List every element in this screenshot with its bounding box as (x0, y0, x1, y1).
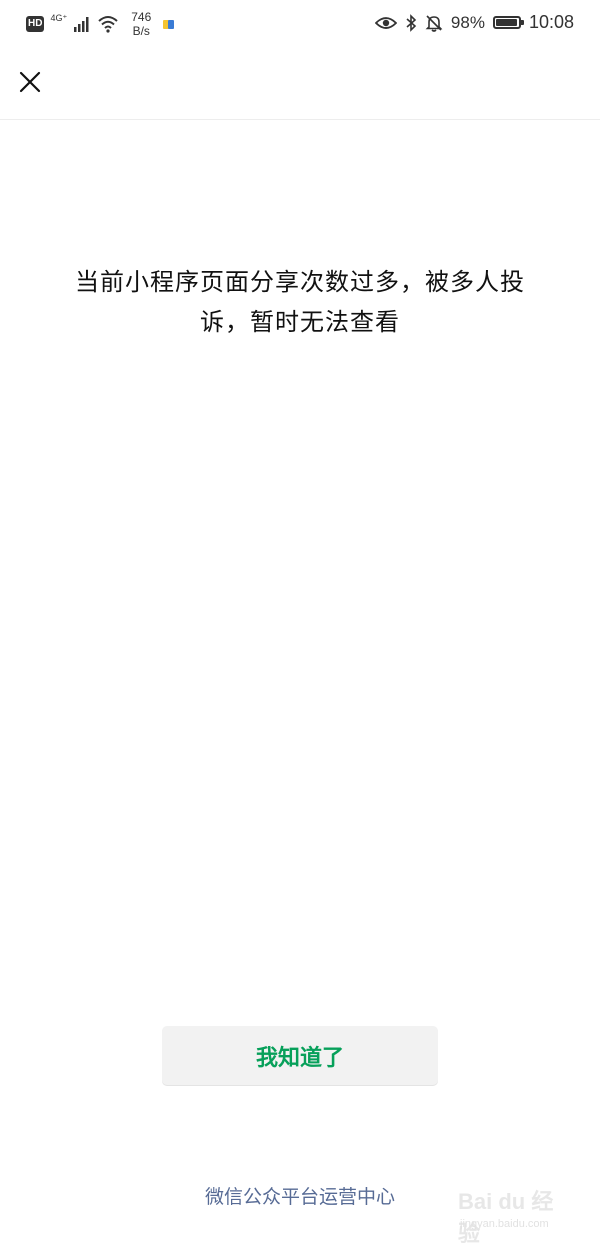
battery-percent: 98% (450, 12, 485, 32)
acknowledge-button[interactable]: 我知道了 (162, 1026, 438, 1085)
watermark-logo-text: Bai du 经验 (458, 1189, 554, 1246)
speed-unit: B/s (132, 24, 150, 38)
status-bar-left: HD 4G⁺ 746 B/s (26, 10, 175, 38)
nav-bar (0, 46, 600, 120)
wifi-icon (98, 16, 118, 33)
battery-icon (492, 16, 524, 29)
battery-level-fill (495, 19, 518, 26)
close-icon (19, 71, 41, 93)
network-type-label: 4G⁺ (50, 12, 68, 23)
hd-badge: HD (26, 16, 45, 32)
baidu-jingyan-watermark: Bai du 经验 jingyan.baidu.com (458, 1178, 566, 1246)
blocked-page-message: 当前小程序页面分享次数过多，被多人投诉，暂时无法查看 (75, 268, 525, 336)
watermark-url: jingyan.baidu.com (460, 1218, 549, 1230)
eye-icon (374, 16, 397, 29)
signal-icon (74, 17, 89, 32)
bluetooth-icon (406, 13, 417, 32)
mute-bell-icon (425, 14, 443, 32)
status-bar: HD 4G⁺ 746 B/s 98% 10:08 (0, 0, 600, 46)
status-time: 10:08 (528, 12, 574, 32)
close-button[interactable] (12, 64, 48, 100)
network-speed: 746 B/s (131, 10, 151, 38)
app-notification-icon (163, 19, 175, 29)
speed-value: 746 (131, 10, 152, 24)
status-bar-right: 98% 10:08 (374, 12, 574, 33)
